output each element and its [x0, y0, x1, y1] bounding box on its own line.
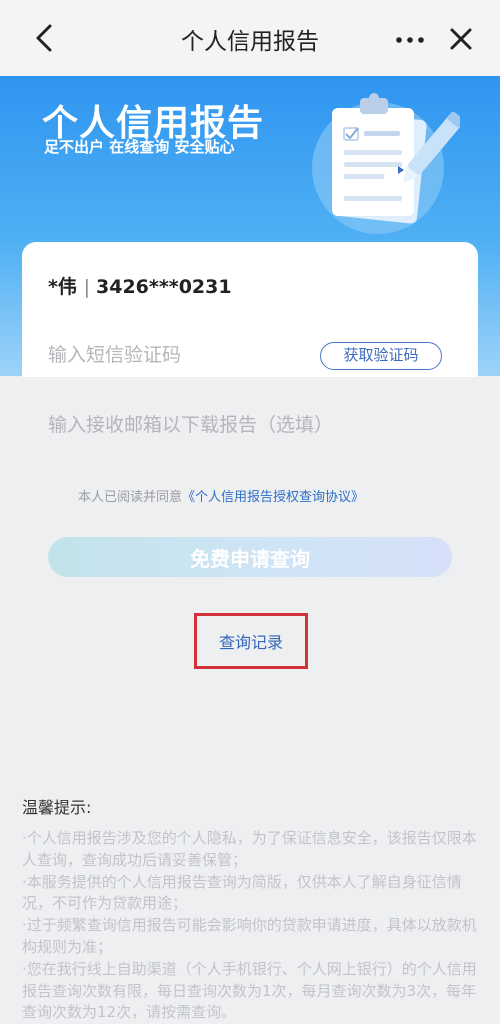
more-horizontal-icon[interactable]	[392, 24, 432, 54]
user-name: *伟	[48, 276, 77, 298]
sms-code-input[interactable]	[48, 340, 298, 370]
close-icon[interactable]	[444, 22, 478, 56]
get-code-button[interactable]: 获取验证码	[320, 342, 442, 370]
email-input[interactable]	[48, 408, 468, 442]
apply-query-button[interactable]: 免费申请查询	[48, 537, 452, 577]
tip-item: ·您在我行线上自助渠道（个人手机银行、个人网上银行）的个人信用报告查询次数有限，…	[22, 959, 477, 1022]
tips-list: ·个人信用报告涉及您的个人隐私，为了保证信息安全，该报告仅限本人查询，查询成功后…	[22, 828, 480, 1024]
tip-item: ·个人信用报告涉及您的个人隐私，为了保证信息安全，该报告仅限本人查询，查询成功后…	[22, 829, 477, 869]
tips-title: 温馨提示:	[22, 798, 92, 817]
agreement-text: 本人已阅读并同意《个人信用报告授权查询协议》	[78, 486, 364, 505]
clipboard-pencil-icon	[300, 86, 464, 236]
user-id-number: 3426***0231	[96, 276, 232, 298]
nav-bar: 个人信用报告	[0, 0, 500, 76]
query-records-link[interactable]: 查询记录	[194, 629, 308, 653]
tip-item: ·本服务提供的个人信用报告查询为简版，仅供本人了解自身征信情况，不可作为贷款用途…	[22, 872, 462, 913]
identity-divider: |	[83, 276, 97, 298]
agreement-link[interactable]: 《个人信用报告授权查询协议》	[182, 490, 364, 505]
agreement-prefix: 本人已阅读并同意	[78, 490, 183, 505]
tip-item: ·过于频繁查询信用报告可能会影响你的贷款申请进度，具体以放款机构规则为准；	[22, 916, 477, 956]
banner-subtitle: 足不出户 在线查询 安全贴心	[44, 138, 235, 156]
user-identity: *伟 | 3426***0231	[48, 272, 232, 299]
